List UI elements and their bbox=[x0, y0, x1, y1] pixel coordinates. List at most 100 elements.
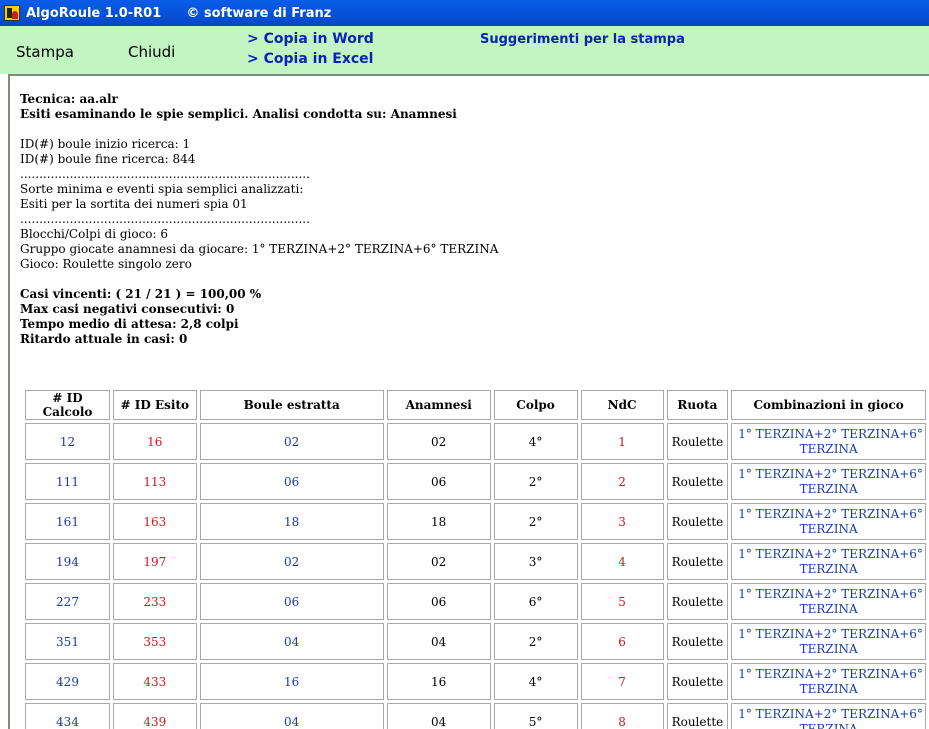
header-boule-estratta: Boule estratta bbox=[199, 390, 384, 420]
cell-boule-estratta: 02 bbox=[199, 543, 384, 580]
cell-ruota: Roulette bbox=[666, 543, 729, 580]
cell-anamnesi: 06 bbox=[386, 463, 491, 500]
group-line: Gruppo giocate anamnesi da giocare: 1° T… bbox=[20, 242, 499, 256]
cell-ruota: Roulette bbox=[666, 503, 729, 540]
app-icon[interactable] bbox=[4, 5, 20, 21]
combination-line-2: TERZINA bbox=[799, 601, 858, 616]
cell-boule-estratta: 02 bbox=[199, 423, 384, 460]
table-row: 351 353 04 04 2° 6 Roulette 1° TERZINA+2° TERZI… bbox=[25, 623, 926, 660]
combination-line-2: TERZINA bbox=[799, 441, 858, 456]
cell-id-esito: 16 bbox=[113, 423, 197, 460]
combination-line-2: TERZINA bbox=[799, 481, 858, 496]
header-combinazioni: Combinazioni in gioco bbox=[731, 390, 926, 420]
cell-boule-estratta: 18 bbox=[199, 503, 384, 540]
cell-ndc: 5 bbox=[580, 583, 664, 620]
cell-combinazioni: 1° TERZINA+2° TERZINA+6° TERZINA bbox=[731, 623, 926, 660]
header-id-esito: # ID Esito bbox=[113, 390, 197, 420]
table-body: 12 16 02 02 4° 1 Roulette 1° TERZINA+2° TERZINA… bbox=[25, 423, 926, 729]
analysis-line: Esiti esaminando le spie semplici. Anali… bbox=[20, 107, 457, 121]
cell-id-esito: 353 bbox=[113, 623, 197, 660]
combination-line-1: 1° TERZINA+2° TERZINA+6° bbox=[738, 546, 923, 561]
cell-ndc: 7 bbox=[580, 663, 664, 700]
table-row: 434 439 04 04 5° 8 Roulette 1° TERZINA+2° TERZI… bbox=[25, 703, 926, 729]
cell-anamnesi: 02 bbox=[386, 423, 491, 460]
window-title: AlgoRoule 1.0-R01 © software di Franz bbox=[26, 6, 331, 21]
combination-line-2: TERZINA bbox=[799, 561, 858, 576]
header-id-calcolo: # ID Calcolo bbox=[25, 390, 111, 420]
cell-ruota: Roulette bbox=[666, 423, 729, 460]
copy-to-word-link[interactable]: > Copia in Word bbox=[247, 31, 374, 47]
combination-line-1: 1° TERZINA+2° TERZINA+6° bbox=[738, 706, 923, 721]
cell-id-calcolo: 434 bbox=[25, 703, 111, 729]
cell-anamnesi: 04 bbox=[386, 703, 491, 729]
table-row: 194 197 02 02 3° 4 Roulette 1° TERZINA+2° TERZI… bbox=[25, 543, 926, 580]
id-end-line: ID(#) boule fine ricerca: 844 bbox=[20, 152, 196, 166]
copyright-text: © software di Franz bbox=[186, 5, 332, 21]
toolbar: Stampa Chiudi > Copia in Word > Copia in… bbox=[0, 26, 929, 74]
table-header-row: # ID Calcolo # ID Esito Boule estratta A… bbox=[25, 390, 926, 420]
cell-colpo: 2° bbox=[493, 463, 578, 500]
cell-id-calcolo: 194 bbox=[25, 543, 111, 580]
cell-ndc: 4 bbox=[580, 543, 664, 580]
cell-combinazioni: 1° TERZINA+2° TERZINA+6° TERZINA bbox=[731, 503, 926, 540]
id-start-line: ID(#) boule inizio ricerca: 1 bbox=[20, 137, 191, 151]
cell-ndc: 3 bbox=[580, 503, 664, 540]
print-button[interactable]: Stampa bbox=[16, 43, 74, 61]
combination-line-2: TERZINA bbox=[799, 681, 858, 696]
combination-line-1: 1° TERZINA+2° TERZINA+6° bbox=[738, 666, 923, 681]
cell-id-esito: 233 bbox=[113, 583, 197, 620]
cell-combinazioni: 1° TERZINA+2° TERZINA+6° TERZINA bbox=[731, 663, 926, 700]
results-table: # ID Calcolo # ID Esito Boule estratta A… bbox=[22, 387, 929, 729]
copy-to-excel-link[interactable]: > Copia in Excel bbox=[247, 51, 373, 67]
print-hints-link[interactable]: Suggerimenti per la stampa bbox=[480, 32, 685, 47]
cell-colpo: 6° bbox=[493, 583, 578, 620]
combination-line-1: 1° TERZINA+2° TERZINA+6° bbox=[738, 426, 923, 441]
cell-id-esito: 113 bbox=[113, 463, 197, 500]
cell-id-calcolo: 161 bbox=[25, 503, 111, 540]
min-draw-line: Sorte minima e eventi spia semplici anal… bbox=[20, 182, 304, 196]
header-ndc: NdC bbox=[580, 390, 664, 420]
blocks-line: Blocchi/Colpi di gioco: 6 bbox=[20, 227, 169, 241]
cell-ruota: Roulette bbox=[666, 623, 729, 660]
app-name: AlgoRoule 1.0-R01 bbox=[26, 5, 162, 21]
combination-line-2: TERZINA bbox=[799, 521, 858, 536]
cell-anamnesi: 02 bbox=[386, 543, 491, 580]
table-row: 161 163 18 18 2° 3 Roulette 1° TERZINA+2° TERZI… bbox=[25, 503, 926, 540]
table-row: 429 433 16 16 4° 7 Roulette 1° TERZINA+2° TERZI… bbox=[25, 663, 926, 700]
close-button[interactable]: Chiudi bbox=[128, 43, 175, 61]
max-negative-line: Max casi negativi consecutivi: 0 bbox=[20, 302, 235, 316]
header-ruota: Ruota bbox=[666, 390, 729, 420]
winning-cases-line: Casi vincenti: ( 21 / 21 ) = 100,00 % bbox=[20, 287, 262, 301]
cell-ndc: 6 bbox=[580, 623, 664, 660]
cell-colpo: 3° bbox=[493, 543, 578, 580]
cell-colpo: 2° bbox=[493, 503, 578, 540]
cell-id-calcolo: 12 bbox=[25, 423, 111, 460]
cell-anamnesi: 18 bbox=[386, 503, 491, 540]
cell-combinazioni: 1° TERZINA+2° TERZINA+6° TERZINA bbox=[731, 583, 926, 620]
cell-ndc: 8 bbox=[580, 703, 664, 729]
table-row: 12 16 02 02 4° 1 Roulette 1° TERZINA+2° TERZINA… bbox=[25, 423, 926, 460]
cell-id-calcolo: 351 bbox=[25, 623, 111, 660]
cell-combinazioni: 1° TERZINA+2° TERZINA+6° TERZINA bbox=[731, 463, 926, 500]
cell-boule-estratta: 16 bbox=[199, 663, 384, 700]
header-anamnesi: Anamnesi bbox=[386, 390, 491, 420]
draw-results-line: Esiti per la sortita dei numeri spia 01 bbox=[20, 197, 248, 211]
cell-id-esito: 163 bbox=[113, 503, 197, 540]
current-delay-line: Ritardo attuale in casi: 0 bbox=[20, 332, 188, 346]
cell-combinazioni: 1° TERZINA+2° TERZINA+6° TERZINA bbox=[731, 703, 926, 729]
report-summary: Tecnica: aa.alr Esiti esaminando le spie… bbox=[20, 92, 920, 347]
combination-line-1: 1° TERZINA+2° TERZINA+6° bbox=[738, 466, 923, 481]
combination-line-1: 1° TERZINA+2° TERZINA+6° bbox=[738, 626, 923, 641]
cell-id-esito: 197 bbox=[113, 543, 197, 580]
cell-colpo: 4° bbox=[493, 423, 578, 460]
cell-id-esito: 433 bbox=[113, 663, 197, 700]
cell-colpo: 2° bbox=[493, 623, 578, 660]
report-frame: Tecnica: aa.alr Esiti esaminando le spie… bbox=[8, 74, 929, 729]
cell-id-calcolo: 227 bbox=[25, 583, 111, 620]
cell-ruota: Roulette bbox=[666, 663, 729, 700]
header-colpo: Colpo bbox=[493, 390, 578, 420]
window-titlebar[interactable]: AlgoRoule 1.0-R01 © software di Franz bbox=[0, 0, 929, 26]
separator-line: ........................................… bbox=[20, 167, 310, 181]
cell-colpo: 4° bbox=[493, 663, 578, 700]
combination-line-2: TERZINA bbox=[799, 721, 858, 729]
